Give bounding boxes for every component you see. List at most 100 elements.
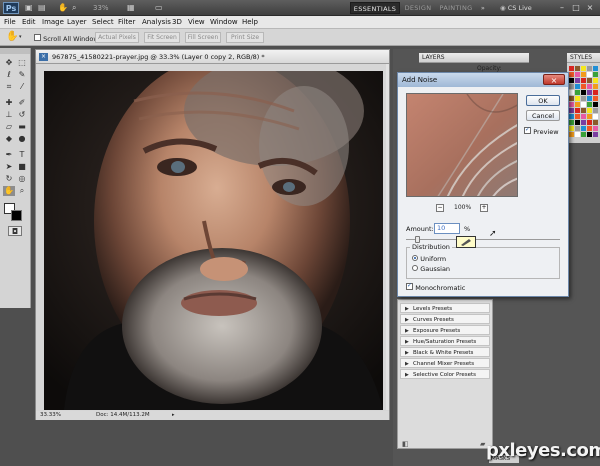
swatch-grid[interactable] [567, 63, 600, 143]
adjustment-delete-icon[interactable]: ▰ [480, 440, 485, 448]
color-swatch[interactable] [587, 126, 592, 131]
workspace-painting[interactable]: PAINTING [438, 2, 474, 14]
minimize-icon[interactable]: – [556, 2, 568, 13]
color-swatch[interactable] [575, 72, 580, 77]
layers-panel-tab[interactable]: LAYERS [419, 53, 529, 63]
color-swatch[interactable] [569, 108, 574, 113]
color-swatch[interactable] [581, 102, 586, 107]
document-vertical-scrollbar[interactable] [386, 64, 389, 410]
color-swatch[interactable] [575, 102, 580, 107]
color-swatch[interactable] [575, 84, 580, 89]
lasso-tool-icon[interactable]: ℓ [3, 70, 15, 80]
print-size-button[interactable]: Print Size [226, 32, 264, 43]
zoom-out-button[interactable]: − [436, 204, 444, 212]
brush-tool-icon[interactable]: ✐ [16, 98, 28, 108]
workspace-essentials[interactable]: ESSENTIALS [350, 2, 400, 14]
marquee-tool-icon[interactable]: ⬚ [16, 58, 28, 68]
color-swatch[interactable] [569, 102, 574, 107]
quick-selection-tool-icon[interactable]: ✎ [16, 70, 28, 80]
color-swatch[interactable] [575, 66, 580, 71]
color-swatch[interactable] [575, 120, 580, 125]
menu-image[interactable]: Image [42, 17, 64, 28]
color-swatch[interactable] [581, 66, 586, 71]
menu-layer[interactable]: Layer [67, 17, 87, 28]
color-swatch[interactable] [593, 114, 598, 119]
color-swatch[interactable] [575, 132, 580, 137]
menu-analysis[interactable]: Analysis [142, 17, 171, 28]
color-swatch[interactable] [581, 132, 586, 137]
fit-screen-button[interactable]: Fit Screen [144, 32, 180, 43]
color-swatch[interactable] [569, 72, 574, 77]
adjustment-channel-mixer-presets[interactable]: ▶ Channel Mixer Presets [400, 358, 490, 368]
adjustment-selective-color-presets[interactable]: ▶ Selective Color Presets [400, 369, 490, 379]
color-swatch[interactable] [569, 78, 574, 83]
background-color-swatch[interactable] [11, 210, 22, 221]
color-swatch[interactable] [569, 90, 574, 95]
status-zoom[interactable]: 33.33% [40, 411, 61, 420]
history-brush-tool-icon[interactable]: ↺ [16, 110, 28, 120]
color-swatch[interactable] [587, 108, 592, 113]
color-swatch[interactable] [575, 126, 580, 131]
crop-tool-icon[interactable]: ⌗ [3, 82, 15, 92]
color-swatch[interactable] [593, 78, 598, 83]
screen-mode-icon[interactable]: ▭ [155, 3, 163, 13]
path-selection-tool-icon[interactable]: ➤ [3, 162, 15, 172]
styles-panel-tab[interactable]: STYLES [567, 53, 600, 63]
ok-button[interactable]: OK [526, 95, 560, 106]
color-swatch[interactable] [587, 78, 592, 83]
scroll-all-windows-checkbox[interactable] [34, 34, 41, 41]
document-close-icon[interactable]: × [39, 53, 48, 61]
zoom-tool-icon[interactable]: ⌕ [72, 3, 76, 13]
color-swatch[interactable] [569, 126, 574, 131]
color-swatch[interactable] [581, 96, 586, 101]
dodge-tool-icon[interactable]: ● [16, 134, 28, 144]
menu-file[interactable]: File [4, 17, 16, 28]
color-swatch[interactable] [575, 108, 580, 113]
menu-help[interactable]: Help [242, 17, 258, 28]
pen-tool-icon[interactable]: ✒ [3, 150, 15, 160]
color-swatch[interactable] [581, 78, 586, 83]
blur-tool-icon[interactable]: ◆ [3, 134, 15, 144]
color-swatch[interactable] [569, 114, 574, 119]
color-swatch[interactable] [587, 132, 592, 137]
color-swatch[interactable] [581, 90, 586, 95]
quick-mask-icon[interactable]: ◘ [8, 226, 22, 236]
arrange-documents-icon[interactable]: ▦ [127, 3, 135, 13]
gaussian-radio[interactable] [412, 265, 418, 271]
3d-rotate-tool-icon[interactable]: ↻ [3, 174, 15, 184]
type-tool-icon[interactable]: T [16, 150, 28, 160]
zoom-in-button[interactable]: + [480, 204, 488, 212]
preview-checkbox[interactable]: ✓ [524, 126, 531, 134]
hand-tool-preset-icon[interactable]: ✋ [6, 31, 18, 42]
color-swatch[interactable] [593, 72, 598, 77]
document-canvas-photo[interactable] [44, 71, 383, 410]
adjustment-clip-icon[interactable]: ◧ [402, 440, 409, 448]
monochromatic-checkbox[interactable]: ✓ [406, 282, 413, 290]
cs-live-button[interactable]: ◉ CS Live [500, 2, 546, 14]
color-swatch[interactable] [569, 120, 574, 125]
menu-edit[interactable]: Edit [22, 17, 36, 28]
color-swatch[interactable] [593, 132, 598, 137]
bridge-icon[interactable]: ▣ [25, 3, 33, 13]
hand-tool-icon[interactable]: ✋ [3, 186, 15, 196]
color-swatch[interactable] [569, 84, 574, 89]
dialog-close-icon[interactable]: × [543, 74, 565, 85]
color-swatch[interactable] [569, 132, 574, 137]
color-swatch[interactable] [593, 84, 598, 89]
color-swatch[interactable] [593, 66, 598, 71]
color-swatch[interactable] [581, 114, 586, 119]
scroll-all-windows-option[interactable]: Scroll All Windows [34, 34, 102, 43]
color-swatch[interactable] [575, 90, 580, 95]
clone-stamp-tool-icon[interactable]: ⊥ [3, 110, 15, 120]
eraser-tool-icon[interactable]: ▱ [3, 122, 15, 132]
workspace-design[interactable]: DESIGN [402, 2, 434, 14]
color-swatch[interactable] [593, 96, 598, 101]
amount-slider-track[interactable] [406, 239, 560, 240]
mini-bridge-icon[interactable]: ▤ [38, 3, 46, 13]
menu-select[interactable]: Select [92, 17, 114, 28]
preview-option[interactable]: ✓ Preview [524, 126, 559, 136]
color-swatch[interactable] [575, 114, 580, 119]
color-swatch[interactable] [575, 78, 580, 83]
color-swatch[interactable] [581, 84, 586, 89]
fill-screen-button[interactable]: Fill Screen [185, 32, 221, 43]
